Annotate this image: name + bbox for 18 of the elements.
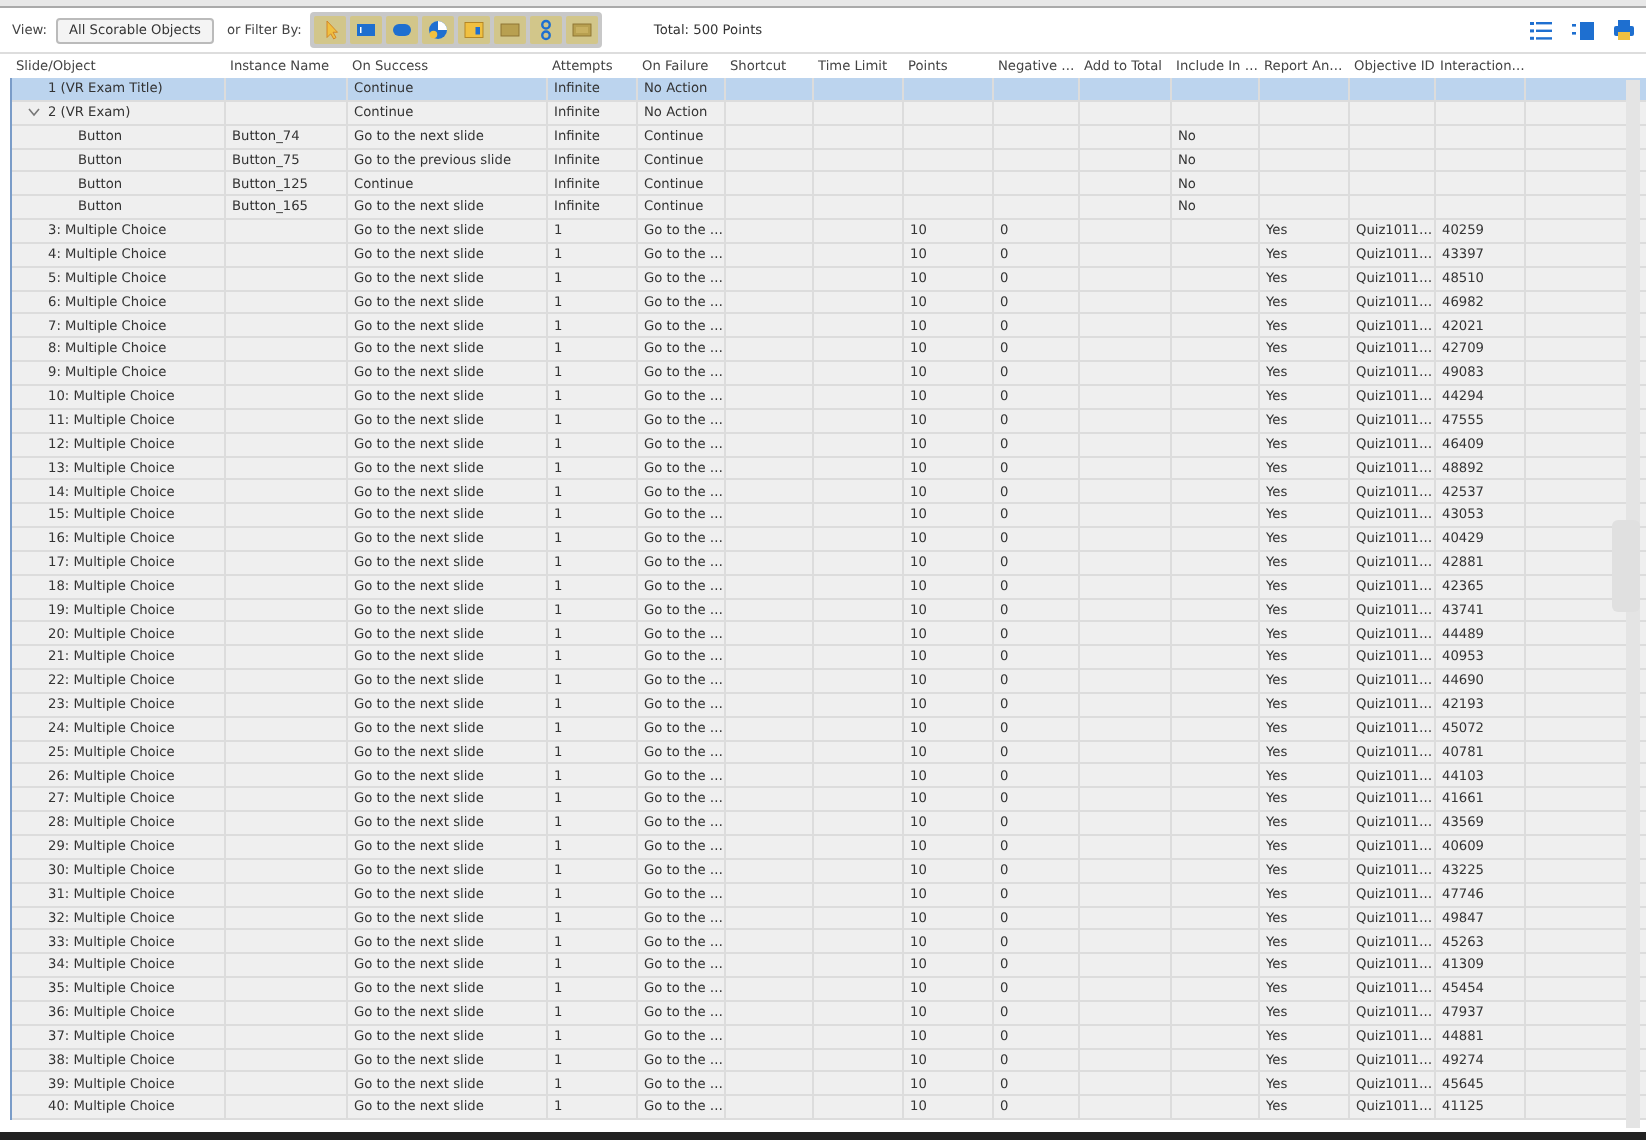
filter-button[interactable] — [457, 16, 490, 44]
print-icon[interactable] — [1614, 20, 1634, 40]
filter-button[interactable] — [349, 16, 382, 44]
list-icon[interactable] — [1530, 21, 1552, 39]
text-box-icon — [353, 18, 378, 42]
chevron-icon[interactable] — [28, 106, 40, 119]
list-panel-icon[interactable] — [1572, 21, 1594, 39]
question-box-icon — [461, 18, 486, 42]
scrollbar[interactable] — [1626, 80, 1640, 1128]
rectangle-icon — [569, 18, 594, 42]
rounded-button-icon — [389, 18, 414, 42]
filter-button[interactable] — [421, 16, 454, 44]
filter-button[interactable] — [385, 16, 418, 44]
rectangle-icon — [497, 18, 522, 42]
filter-button[interactable] — [493, 16, 526, 44]
filter-button[interactable] — [529, 16, 562, 44]
circle-icon — [425, 18, 450, 42]
filter-button[interactable] — [565, 16, 598, 44]
